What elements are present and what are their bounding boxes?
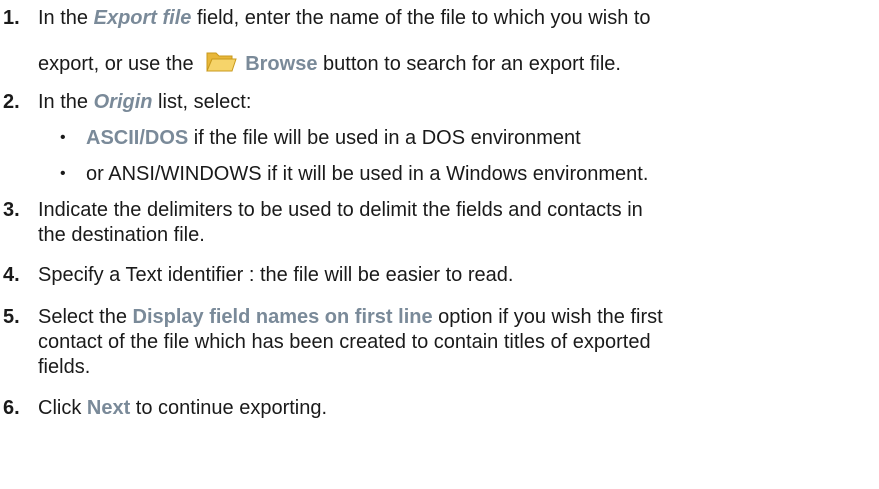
- step-text-line: the destination file.: [38, 224, 205, 246]
- step-number: 3.: [3, 199, 20, 221]
- step-number: 4.: [3, 264, 20, 286]
- step-text-line: fields.: [38, 356, 91, 378]
- bullet-text: ASCII/DOS if the file will be used in a …: [86, 127, 581, 149]
- step-number: 2.: [3, 91, 20, 113]
- step-text-line: Specify a Text identifier : the file wil…: [38, 264, 514, 286]
- bullet-dot: •: [60, 165, 66, 182]
- step-text-line: Select the Display field names on first …: [38, 306, 663, 328]
- step-text-line: Indicate the delimiters to be used to de…: [38, 199, 643, 221]
- ascii-dos-option-reference: ASCII/DOS: [86, 127, 189, 149]
- bullet-dot: •: [60, 129, 66, 146]
- origin-list-reference: Origin: [93, 91, 153, 113]
- step-text-line: In the Origin list, select:: [38, 91, 252, 113]
- next-button-reference: Next: [86, 397, 131, 419]
- step-number: 1.: [3, 7, 20, 29]
- step-text-line: Click Next to continue exporting.: [38, 397, 328, 419]
- step-number: 6.: [3, 397, 20, 419]
- step-number: 5.: [3, 306, 20, 328]
- step-text-line: export, or use the Browse button to sear…: [38, 48, 874, 76]
- display-field-names-option-reference: Display field names on first line: [132, 306, 433, 328]
- browse-button-reference: Browse: [245, 53, 318, 75]
- instruction-document: 1. In the Export file field, enter the n…: [0, 0, 879, 489]
- step-text-line: contact of the file which has been creat…: [38, 331, 651, 353]
- folder-open-icon: [205, 48, 237, 74]
- bullet-text: or ANSI/WINDOWS if it will be used in a …: [86, 163, 649, 185]
- step-text-line: In the Export file field, enter the name…: [38, 7, 651, 29]
- export-file-field-reference: Export file: [93, 7, 192, 29]
